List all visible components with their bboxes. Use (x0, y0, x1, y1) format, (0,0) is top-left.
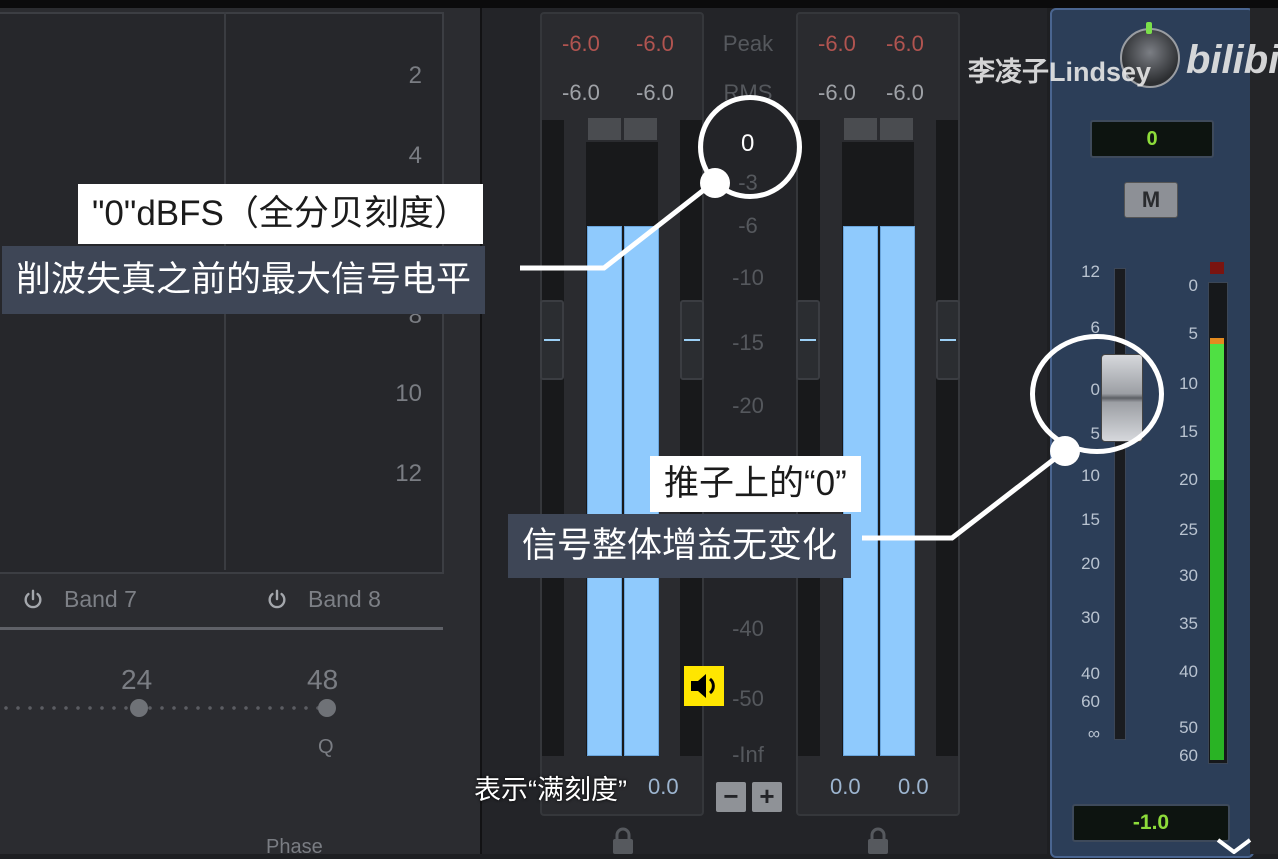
callout-label: 信号整体增益无变化 (508, 514, 852, 578)
zero-marker: 0 (741, 130, 755, 157)
chevron-down-icon[interactable] (1214, 838, 1254, 854)
subtitle-caption: 表示“满刻度” (474, 775, 627, 805)
fader-highlight-circle (1030, 334, 1164, 454)
callout-label: 推子上的“0” (650, 456, 861, 512)
speaker-icon-glyph (691, 674, 715, 698)
speaker-icon[interactable] (684, 666, 724, 706)
watermark-logo: bilibili (1186, 38, 1278, 82)
callout-label: "0"dBFS（全分贝刻度） (78, 184, 483, 244)
callout-label: 削波失真之前的最大信号电平 (2, 246, 486, 314)
callout-dot (700, 168, 730, 198)
callout-dot (1050, 436, 1080, 466)
watermark-user: 李凌子Lindsey (968, 57, 1152, 87)
